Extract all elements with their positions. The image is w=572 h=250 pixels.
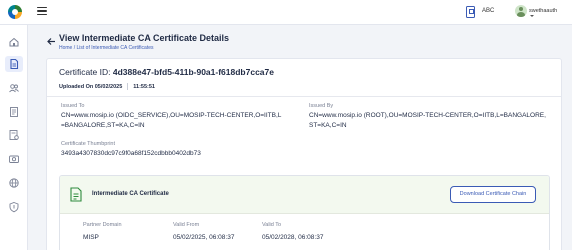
language-icon[interactable] [466, 6, 475, 18]
uploaded-on-time: 11:55:51 [133, 83, 155, 90]
partner-domain-label: Partner Domain [83, 222, 122, 228]
sidebar [0, 25, 28, 250]
page-title: View Intermediate CA Certificate Details [59, 33, 230, 43]
issued-by-value: CN=www.mosip.io (ROOT),OU=MOSIP-TECH-CEN… [309, 112, 546, 129]
certificate-list-icon[interactable] [8, 129, 20, 141]
issued-by-label: Issued By [309, 103, 334, 109]
certificate-details-card: Certificate ID: 4d388e47-bfd5-411b-90a1-… [46, 58, 562, 250]
document-icon[interactable] [5, 56, 23, 72]
top-bar: ABC swethaauth [0, 0, 572, 25]
thumbprint-value: 3493a4307830dc97c9f0a68f152cdbbb0402db73 [61, 150, 201, 157]
home-icon[interactable] [8, 36, 20, 48]
shield-icon[interactable] [8, 201, 20, 213]
issued-to-label: Issued To [61, 103, 85, 109]
menu-icon[interactable] [37, 7, 47, 16]
globe-icon[interactable] [8, 177, 20, 189]
uploaded-on-date: Uploaded On 05/02/2025 [59, 83, 123, 90]
breadcrumb[interactable]: Home / List of Intermediate CA Certifica… [59, 45, 153, 51]
partner-domain-value: MISP [83, 234, 99, 241]
upload-info: Uploaded On 05/02/2025 11:55:51 [59, 83, 155, 90]
chevron-down-icon[interactable] [530, 15, 534, 17]
intermediate-ca-header: Intermediate CA Certificate Download Cer… [60, 176, 549, 214]
upload-separator [127, 83, 129, 90]
valid-from-label: Valid From [173, 222, 200, 228]
avatar[interactable] [515, 5, 527, 17]
policy-icon[interactable] [8, 106, 20, 118]
user-name[interactable]: swethaauth [529, 8, 557, 14]
issued-to-value: CN=www.mosip.io (OIDC_SERVICE),OU=MOSIP-… [61, 112, 282, 129]
back-arrow-icon[interactable] [47, 33, 56, 45]
certificate-file-icon [70, 187, 82, 202]
valid-from-value: 05/02/2025, 06:08:37 [173, 234, 235, 241]
intermediate-ca-card: Intermediate CA Certificate Download Cer… [59, 175, 550, 250]
intermediate-ca-title: Intermediate CA Certificate [92, 191, 169, 197]
certificate-id-value: 4d388e47-bfd5-411b-90a1-f618db7cca7e [112, 67, 274, 77]
certificate-id-label: Certificate ID: [59, 67, 113, 77]
language-label[interactable]: ABC [482, 8, 494, 14]
device-icon[interactable] [8, 153, 20, 165]
certificate-id: Certificate ID: 4d388e47-bfd5-411b-90a1-… [59, 67, 274, 77]
valid-to-label: Valid To [262, 222, 282, 228]
thumbprint-label: Certificate Thumbprint [61, 141, 116, 147]
partners-icon[interactable] [8, 82, 20, 94]
download-certificate-chain-button[interactable]: Download Certificate Chain [450, 186, 536, 203]
app-logo-icon[interactable] [8, 5, 22, 19]
valid-to-value: 05/02/2028, 06:08:37 [262, 234, 324, 241]
divider [47, 96, 561, 97]
